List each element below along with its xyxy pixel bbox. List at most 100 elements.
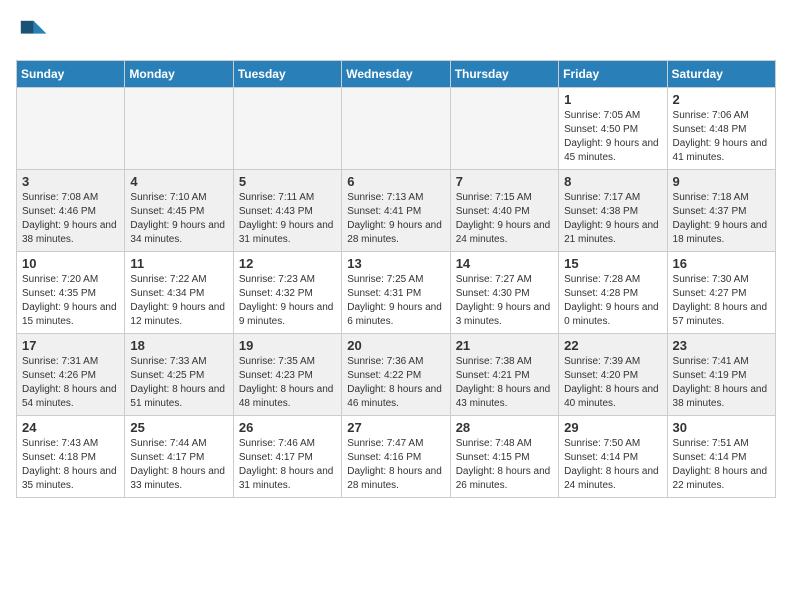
calendar-cell — [450, 88, 558, 170]
calendar-week: 17Sunrise: 7:31 AMSunset: 4:26 PMDayligh… — [17, 334, 776, 416]
day-number: 22 — [564, 338, 662, 353]
day-info: Sunrise: 7:08 AMSunset: 4:46 PMDaylight:… — [22, 191, 120, 247]
day-number: 15 — [564, 256, 662, 271]
calendar-cell — [125, 88, 233, 170]
header-day: Thursday — [450, 61, 558, 88]
calendar-cell: 2Sunrise: 7:06 AMSunset: 4:48 PMDaylight… — [667, 88, 775, 170]
calendar-cell: 20 Sunrise: 7:36 AMSunset: 4:22 PMDayligh… — [342, 334, 450, 416]
calendar-table: SundayMondayTuesdayWednesdayThursdayFrid… — [16, 60, 776, 498]
day-info: Sunrise: 7:15 AMSunset: 4:40 PMDaylight:… — [456, 191, 554, 247]
day-info: Sunrise: 7:44 AMSunset: 4:17 PMDaylight:… — [130, 437, 228, 493]
calendar-cell: 30 Sunrise: 7:51 AMSunset: 4:14 PMDayligh… — [667, 416, 775, 498]
calendar-cell: 14 Sunrise: 7:27 AMSunset: 4:30 PMDayligh… — [450, 252, 558, 334]
header-day: Wednesday — [342, 61, 450, 88]
calendar-cell: 3 Sunrise: 7:08 AMSunset: 4:46 PMDaylight… — [17, 170, 125, 252]
day-number: 29 — [564, 420, 662, 435]
day-info: Sunrise: 7:50 AMSunset: 4:14 PMDaylight:… — [564, 437, 662, 493]
calendar-week: 3 Sunrise: 7:08 AMSunset: 4:46 PMDaylight… — [17, 170, 776, 252]
day-number: 9 — [673, 174, 771, 189]
day-info: Sunrise: 7:35 AMSunset: 4:23 PMDaylight:… — [239, 355, 337, 411]
header-day: Sunday — [17, 61, 125, 88]
logo-icon — [16, 16, 48, 48]
header-day: Tuesday — [233, 61, 341, 88]
day-info: Sunrise: 7:11 AMSunset: 4:43 PMDaylight:… — [239, 191, 337, 247]
calendar-week: 24Sunrise: 7:43 AMSunset: 4:18 PMDayligh… — [17, 416, 776, 498]
day-number: 6 — [347, 174, 445, 189]
day-number: 30 — [673, 420, 771, 435]
day-info: Sunrise: 7:48 AMSunset: 4:15 PMDaylight:… — [456, 437, 554, 493]
day-info: Sunrise: 7:33 AMSunset: 4:25 PMDaylight:… — [130, 355, 228, 411]
calendar-week: 10 Sunrise: 7:20 AMSunset: 4:35 PMDayligh… — [17, 252, 776, 334]
day-info: Sunrise: 7:20 AMSunset: 4:35 PMDaylight:… — [22, 273, 120, 329]
calendar-cell: 6 Sunrise: 7:13 AMSunset: 4:41 PMDaylight… — [342, 170, 450, 252]
day-number: 28 — [456, 420, 554, 435]
day-info: Sunrise: 7:51 AMSunset: 4:14 PMDaylight:… — [673, 437, 771, 493]
day-number: 25 — [130, 420, 228, 435]
calendar-cell: 5 Sunrise: 7:11 AMSunset: 4:43 PMDaylight… — [233, 170, 341, 252]
day-number: 18 — [130, 338, 228, 353]
logo — [16, 16, 52, 48]
calendar-cell — [17, 88, 125, 170]
day-info: Sunrise: 7:18 AMSunset: 4:37 PMDaylight:… — [673, 191, 771, 247]
calendar-cell: 18 Sunrise: 7:33 AMSunset: 4:25 PMDayligh… — [125, 334, 233, 416]
day-info: Sunrise: 7:13 AMSunset: 4:41 PMDaylight:… — [347, 191, 445, 247]
calendar-cell: 22 Sunrise: 7:39 AMSunset: 4:20 PMDayligh… — [559, 334, 667, 416]
day-number: 1 — [564, 92, 662, 107]
calendar-cell: 9 Sunrise: 7:18 AMSunset: 4:37 PMDaylight… — [667, 170, 775, 252]
day-number: 20 — [347, 338, 445, 353]
header-day: Monday — [125, 61, 233, 88]
header-row: SundayMondayTuesdayWednesdayThursdayFrid… — [17, 61, 776, 88]
calendar-cell: 11 Sunrise: 7:22 AMSunset: 4:34 PMDayligh… — [125, 252, 233, 334]
day-number: 4 — [130, 174, 228, 189]
day-number: 8 — [564, 174, 662, 189]
calendar-cell: 7 Sunrise: 7:15 AMSunset: 4:40 PMDaylight… — [450, 170, 558, 252]
day-number: 7 — [456, 174, 554, 189]
calendar-cell: 17Sunrise: 7:31 AMSunset: 4:26 PMDayligh… — [17, 334, 125, 416]
day-info: Sunrise: 7:46 AMSunset: 4:17 PMDaylight:… — [239, 437, 337, 493]
day-info: Sunrise: 7:22 AMSunset: 4:34 PMDaylight:… — [130, 273, 228, 329]
day-number: 12 — [239, 256, 337, 271]
calendar-cell: 10 Sunrise: 7:20 AMSunset: 4:35 PMDayligh… — [17, 252, 125, 334]
day-number: 14 — [456, 256, 554, 271]
day-info: Sunrise: 7:38 AMSunset: 4:21 PMDaylight:… — [456, 355, 554, 411]
day-info: Sunrise: 7:05 AMSunset: 4:50 PMDaylight:… — [564, 109, 662, 165]
day-info: Sunrise: 7:27 AMSunset: 4:30 PMDaylight:… — [456, 273, 554, 329]
day-number: 10 — [22, 256, 120, 271]
calendar-cell: 19 Sunrise: 7:35 AMSunset: 4:23 PMDayligh… — [233, 334, 341, 416]
day-number: 11 — [130, 256, 228, 271]
calendar-cell: 1 Sunrise: 7:05 AMSunset: 4:50 PMDaylight… — [559, 88, 667, 170]
day-number: 26 — [239, 420, 337, 435]
calendar-cell: 23 Sunrise: 7:41 AMSunset: 4:19 PMDayligh… — [667, 334, 775, 416]
day-info: Sunrise: 7:39 AMSunset: 4:20 PMDaylight:… — [564, 355, 662, 411]
day-number: 23 — [673, 338, 771, 353]
day-info: Sunrise: 7:36 AMSunset: 4:22 PMDaylight:… — [347, 355, 445, 411]
day-info: Sunrise: 7:25 AMSunset: 4:31 PMDaylight:… — [347, 273, 445, 329]
day-number: 16 — [673, 256, 771, 271]
day-number: 27 — [347, 420, 445, 435]
day-info: Sunrise: 7:17 AMSunset: 4:38 PMDaylight:… — [564, 191, 662, 247]
calendar-cell: 15 Sunrise: 7:28 AMSunset: 4:28 PMDayligh… — [559, 252, 667, 334]
day-info: Sunrise: 7:10 AMSunset: 4:45 PMDaylight:… — [130, 191, 228, 247]
day-info: Sunrise: 7:41 AMSunset: 4:19 PMDaylight:… — [673, 355, 771, 411]
calendar-cell: 29 Sunrise: 7:50 AMSunset: 4:14 PMDayligh… — [559, 416, 667, 498]
calendar-cell: 4 Sunrise: 7:10 AMSunset: 4:45 PMDaylight… — [125, 170, 233, 252]
day-info: Sunrise: 7:28 AMSunset: 4:28 PMDaylight:… — [564, 273, 662, 329]
calendar-cell — [233, 88, 341, 170]
calendar-cell: 8 Sunrise: 7:17 AMSunset: 4:38 PMDaylight… — [559, 170, 667, 252]
day-number: 24 — [22, 420, 120, 435]
day-info: Sunrise: 7:47 AMSunset: 4:16 PMDaylight:… — [347, 437, 445, 493]
day-info: Sunrise: 7:30 AMSunset: 4:27 PMDaylight:… — [673, 273, 771, 329]
day-number: 19 — [239, 338, 337, 353]
day-number: 2 — [673, 92, 771, 107]
header-section — [16, 16, 776, 48]
calendar-cell: 28 Sunrise: 7:48 AMSunset: 4:15 PMDayligh… — [450, 416, 558, 498]
header-day: Saturday — [667, 61, 775, 88]
day-number: 21 — [456, 338, 554, 353]
calendar-cell: 25 Sunrise: 7:44 AMSunset: 4:17 PMDayligh… — [125, 416, 233, 498]
calendar-cell: 24Sunrise: 7:43 AMSunset: 4:18 PMDayligh… — [17, 416, 125, 498]
calendar-cell: 21 Sunrise: 7:38 AMSunset: 4:21 PMDayligh… — [450, 334, 558, 416]
calendar-cell — [342, 88, 450, 170]
day-number: 5 — [239, 174, 337, 189]
day-number: 3 — [22, 174, 120, 189]
calendar-cell: 27 Sunrise: 7:47 AMSunset: 4:16 PMDayligh… — [342, 416, 450, 498]
